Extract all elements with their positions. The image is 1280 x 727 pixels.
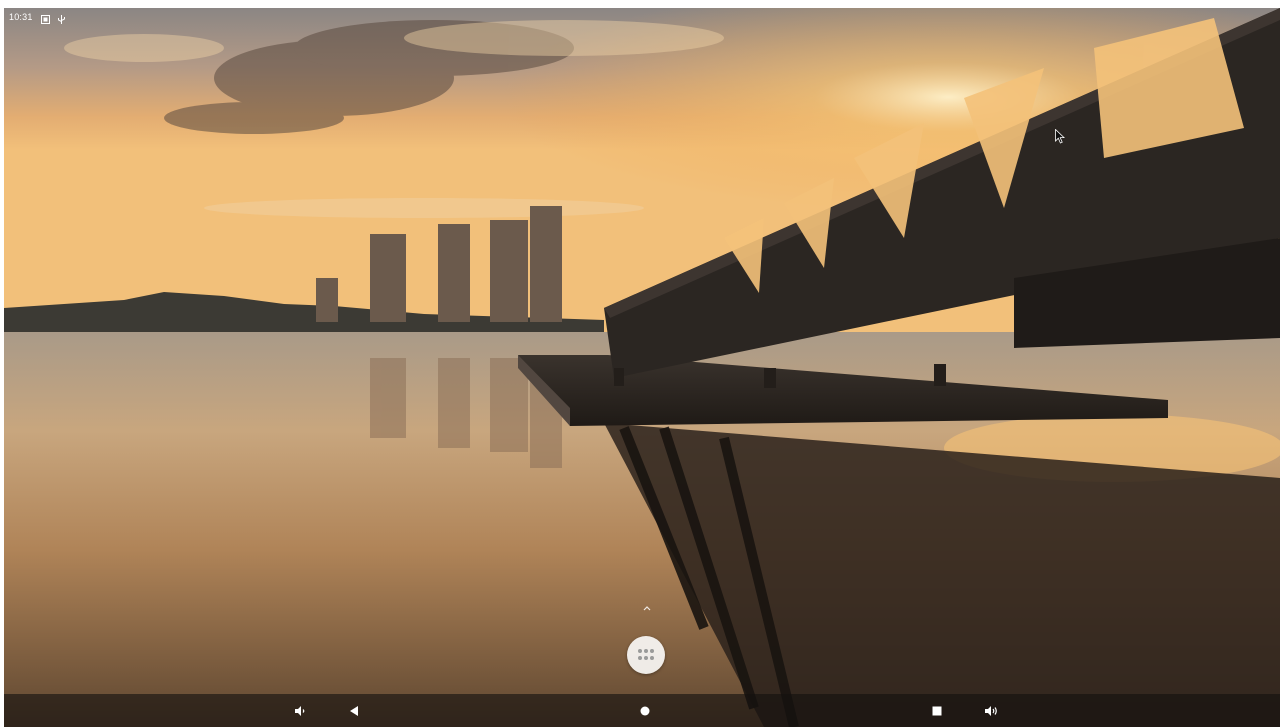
usb-icon: [57, 12, 66, 24]
back-icon: [350, 706, 358, 716]
volume-down-button[interactable]: [291, 702, 309, 720]
status-clock: 10:31: [9, 12, 33, 22]
status-bar: 10:31: [4, 8, 1280, 26]
chevron-up-icon: [643, 606, 651, 611]
recents-button[interactable]: [928, 702, 946, 720]
wallpaper: [4, 8, 1280, 727]
back-button[interactable]: [345, 702, 363, 720]
screenshot-notification-icon: [41, 12, 50, 24]
home-icon: [640, 706, 650, 716]
volume-up-icon: [985, 706, 997, 716]
volume-up-button[interactable]: [982, 702, 1000, 720]
android-home-screen: 10:31: [4, 8, 1280, 727]
recents-icon: [932, 706, 942, 716]
apps-grid-icon: [638, 649, 654, 660]
mouse-pointer-icon: [1055, 129, 1065, 144]
volume-down-icon: [295, 706, 305, 716]
home-button[interactable]: [636, 702, 654, 720]
navigation-bar: [4, 694, 1280, 727]
app-drawer-button[interactable]: [627, 636, 665, 674]
